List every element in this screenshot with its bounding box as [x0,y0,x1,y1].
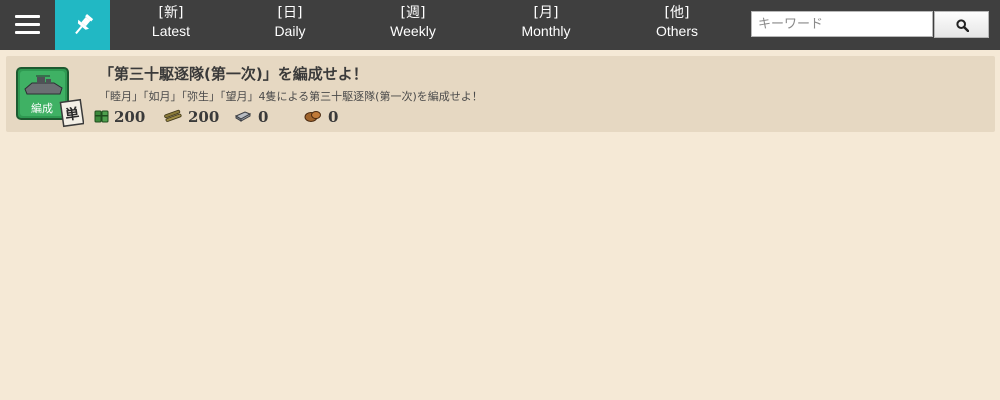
quest-category-label: 編成 [31,101,53,115]
reward-steel-value: 0 [258,108,269,126]
tab-latest[interactable]: [新] Latest [111,0,231,50]
tab-monthly[interactable]: [月] Monthly [486,0,606,50]
pin-icon [75,14,94,35]
bauxite-icon [304,111,321,122]
tab-latest-kanji: [新] [158,5,184,21]
tab-weekly-kanji: [週] [400,5,426,21]
reward-fuel-value: 200 [114,108,146,126]
tab-others-kanji: [他] [664,5,690,21]
quest-card[interactable]: 編成 単 「第三十駆逐隊(第一次)」を編成せよ！ 「睦月」「如月」「弥生」「望月… [6,56,995,132]
menu-bar-icon [15,31,40,34]
fuel-icon [94,110,109,123]
tab-weekly[interactable]: [週] Weekly [353,0,473,50]
ammo-icon [164,109,182,122]
tab-monthly-kanji: [月] [533,5,559,21]
search-button[interactable] [934,11,989,38]
tab-others[interactable]: [他] Others [617,0,737,50]
pin-button[interactable] [55,0,110,50]
quest-badge-label: 単 [64,105,80,124]
reward-ammo-value: 200 [188,108,220,126]
tab-daily-kanji: [日] [277,5,303,21]
tab-daily-label: Daily [274,23,306,39]
tab-latest-label: Latest [151,23,191,39]
quest-description: 「睦月」「如月」「弥生」「望月」4隻による第三十駆逐隊(第一次)を編成せよ！ [99,90,483,103]
quest-category-organize-icon: 編成 単 [16,67,84,128]
quest-title: 「第三十駆逐隊(第一次)」を編成せよ！ [99,65,368,83]
tab-monthly-label: Monthly [521,23,571,39]
menu-bar-icon [15,15,40,18]
top-navbar: [新] Latest [日] Daily [週] Weekly [月] Mont… [0,0,1000,50]
menu-bar-icon [15,23,40,26]
hamburger-menu-button[interactable] [0,0,55,50]
tab-others-label: Others [655,23,698,39]
tab-weekly-label: Weekly [390,23,436,39]
tab-daily[interactable]: [日] Daily [230,0,350,50]
steel-icon [234,111,252,122]
search-icon [956,19,969,32]
reward-bauxite-value: 0 [328,108,339,126]
search-input[interactable] [751,11,933,37]
